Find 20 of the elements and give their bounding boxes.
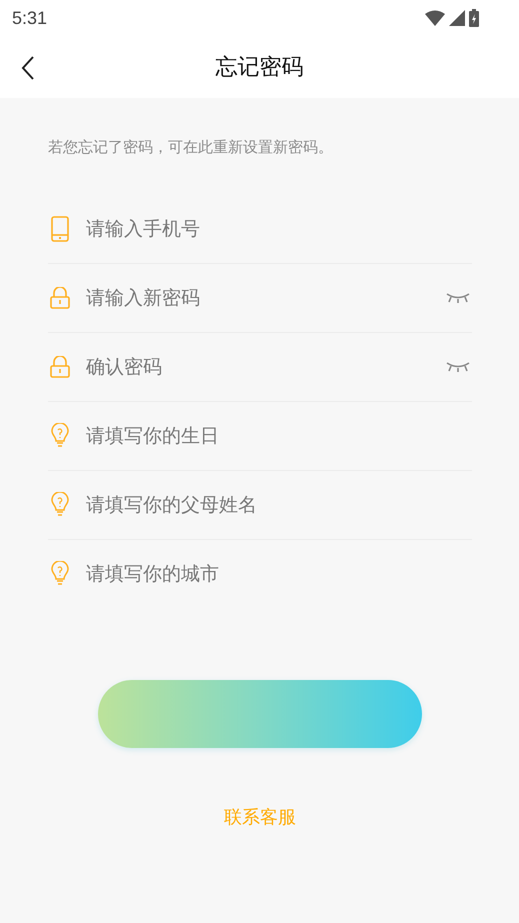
submit-button[interactable]	[98, 680, 422, 748]
contact-service-link[interactable]: 联系客服	[218, 804, 302, 830]
input-field[interactable]: 请输入新密码	[86, 283, 430, 313]
page-title: 忘记密码	[216, 54, 304, 82]
input-field[interactable]: 请输入手机号	[86, 214, 472, 244]
input-field[interactable]: 请填写你的生日	[86, 421, 472, 451]
battery-icon	[469, 9, 479, 27]
input-field[interactable]: 请填写你的城市	[86, 559, 472, 589]
lock-icon	[50, 356, 70, 378]
intro-text: 若您忘记了密码，可在此重新设置新密码。	[48, 138, 334, 157]
lightbulb-icon	[51, 492, 69, 518]
input-field[interactable]: 确认密码	[86, 352, 430, 382]
status-time: 5:31	[12, 8, 48, 28]
lightbulb-icon	[51, 561, 69, 587]
input-field[interactable]: 请填写你的父母姓名	[86, 490, 472, 520]
lock-icon	[50, 287, 70, 309]
phone-icon	[51, 216, 69, 242]
signal-icon	[449, 10, 465, 26]
lightbulb-icon	[51, 423, 69, 449]
wifi-icon	[425, 10, 445, 26]
